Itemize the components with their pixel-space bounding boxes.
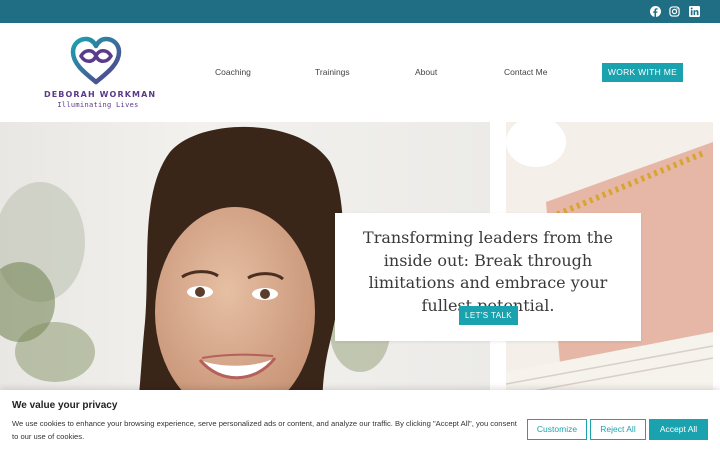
instagram-icon[interactable]: [669, 6, 680, 17]
nav-about[interactable]: About: [415, 67, 437, 77]
logo-name: DEBORAH WORKMAN: [44, 90, 157, 99]
nav-contact-me[interactable]: Contact Me: [504, 67, 547, 77]
logo-tagline: Illuminating Lives: [57, 101, 139, 109]
top-bar: [0, 0, 720, 23]
cookie-text: We use cookies to enhance your browsing …: [12, 419, 517, 441]
site-header: DEBORAH WORKMAN Illuminating Lives Coach…: [0, 23, 720, 122]
site-logo[interactable]: DEBORAH WORKMAN Illuminating Lives: [44, 36, 157, 116]
cookie-banner: We value your privacy We use cookies to …: [0, 390, 720, 450]
infinity-heart-icon: [70, 36, 122, 85]
accept-all-button[interactable]: Accept All: [649, 419, 708, 440]
cookie-title: We value your privacy: [12, 400, 118, 411]
hero-card: Transforming leaders from the inside out…: [335, 213, 641, 341]
nav-coaching[interactable]: Coaching: [215, 67, 251, 77]
facebook-icon[interactable]: [650, 6, 661, 17]
linkedin-icon[interactable]: [689, 6, 700, 17]
lets-talk-button[interactable]: LET'S TALK: [459, 306, 518, 325]
nav-trainings[interactable]: Trainings: [315, 67, 350, 77]
work-with-me-button[interactable]: WORK WITH ME: [602, 63, 683, 82]
customize-button[interactable]: Customize: [527, 419, 587, 440]
reject-all-button[interactable]: Reject All: [590, 419, 646, 440]
hero-heading: Transforming leaders from the inside out…: [363, 228, 613, 315]
